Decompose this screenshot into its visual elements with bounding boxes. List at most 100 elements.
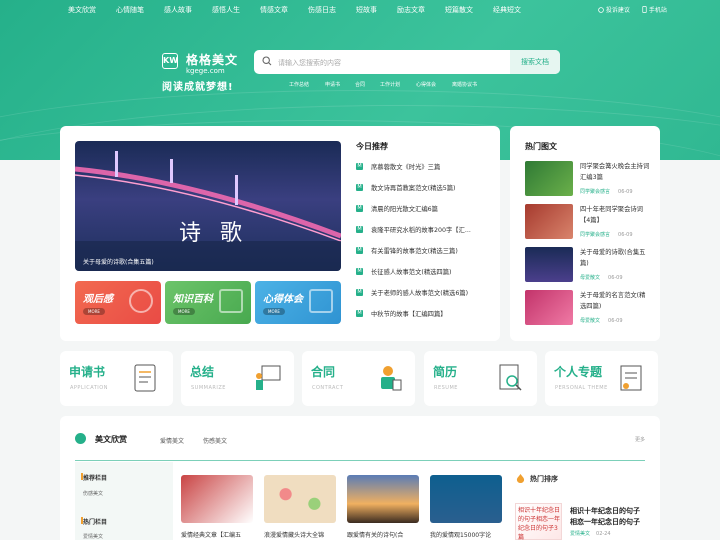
today-title: 今日推荐 (356, 142, 388, 151)
tile-label: 知识百科 (173, 294, 213, 305)
doc-icon: M (356, 184, 363, 191)
tab-love-essays[interactable]: 爱情美文 (160, 436, 184, 445)
article-title[interactable]: 爱情经典文章【汇编五 (181, 530, 255, 539)
nav-item[interactable]: 经典短文 (493, 5, 521, 15)
category-summary[interactable]: 总结 SUMMARIZE (181, 351, 294, 406)
nav-item[interactable]: 励志文章 (397, 5, 425, 15)
list-item[interactable]: M 袁隆平研究水稻的故事200字【汇... (356, 225, 486, 235)
category-application[interactable]: 申请书 APPLICATION (60, 351, 173, 406)
side-link[interactable]: 爱情美文 (83, 533, 103, 540)
article-thumbnail[interactable] (430, 475, 502, 523)
phone-icon (642, 6, 647, 13)
nav-item[interactable]: 伤感日志 (308, 5, 336, 15)
thumbnail-image (525, 204, 573, 239)
nav-item[interactable]: 情感文章 (260, 5, 288, 15)
tile-label: 心得体会 (263, 294, 303, 305)
film-reel-icon (129, 289, 153, 313)
rank-item-title[interactable]: 相识十年纪念日的句子 相恋一年纪念日的句子 (570, 506, 648, 528)
tab-sad-essays[interactable]: 伤感美文 (203, 436, 227, 445)
report-link[interactable]: 投诉建议 (598, 5, 630, 14)
tile-reviews[interactable]: 观后感 MORE (75, 281, 161, 324)
list-item[interactable]: M 散文诗再首教案范文(精选5篇) (356, 183, 486, 193)
category-contract[interactable]: 合同 CONTRACT (302, 351, 415, 406)
mobile-link[interactable]: 手机站 (642, 5, 667, 14)
hot-title: 热门图文 (525, 142, 557, 151)
report-label: 投诉建议 (605, 7, 630, 14)
section-title: 美文欣赏 (95, 435, 127, 444)
side-heading: 热门栏目 (83, 519, 108, 526)
document-icon (309, 289, 333, 313)
category-resume[interactable]: 简历 RESUME (424, 351, 537, 406)
search-input[interactable]: 请输入您搜索的内容 (278, 58, 341, 68)
logo-icon[interactable]: KW (162, 53, 178, 69)
logo-slogan: 阅读成就梦想! (162, 82, 234, 93)
tile-encyclopedia[interactable]: 知识百科 MORE (165, 281, 251, 324)
hot-item[interactable]: 同学聚会篝火晚会主持词汇编3篇 同学聚会感言 06-09 (525, 161, 650, 199)
thumbnail-image (525, 161, 573, 196)
article-thumbnail[interactable] (181, 475, 253, 523)
carousel-dots[interactable] (317, 260, 335, 271)
search-button[interactable]: 搜索文档 (510, 50, 560, 74)
logo-name[interactable]: 格格美文 (186, 51, 238, 68)
thumbnail-image (525, 290, 573, 325)
rank-title: 热门排序 (530, 475, 558, 483)
banner-title: 诗 歌 (179, 221, 248, 246)
list-item[interactable]: M 席慕蓉散文《时光》三篇 (356, 162, 486, 172)
doc-icon: M (356, 268, 363, 275)
article-title[interactable]: 我的爱情观15000字论 (430, 530, 504, 539)
hot-tag[interactable]: 申请书 (325, 81, 340, 88)
thumbnail-image (525, 247, 573, 282)
doc-icon: M (356, 289, 363, 296)
tile-label: 观后感 (83, 294, 113, 305)
presentation-icon (256, 365, 281, 390)
doc-icon: M (356, 310, 363, 317)
handshake-icon (381, 366, 402, 391)
books-icon (219, 289, 243, 313)
tile-more: MORE (263, 308, 285, 315)
search-icon (262, 56, 272, 66)
doc-icon: M (356, 247, 363, 254)
article-title[interactable]: 浪漫爱情藏头诗大全锦 (264, 530, 338, 539)
list-item[interactable]: M 长征感人故事范文(精选四篇) (356, 267, 486, 277)
category-personal-theme[interactable]: 个人专题 PERSONAL THEME (545, 351, 658, 406)
resume-search-icon (499, 364, 522, 391)
hot-tag[interactable]: 心得体会 (416, 81, 436, 88)
application-form-icon (134, 364, 156, 392)
carousel-banner[interactable]: 诗 歌 关于母爱的诗歌(合集五篇) (75, 141, 341, 271)
hot-item[interactable]: 关于母爱的诗歌(合集五篇) 母爱散文 06-09 (525, 247, 650, 285)
nav-item[interactable]: 短故事 (356, 5, 377, 15)
rank-thumbnail[interactable]: 相识十年纪念日的句子相恋一年纪念日的句子3篇 (515, 503, 562, 540)
article-thumbnail[interactable] (347, 475, 419, 523)
hot-tag[interactable]: 合同 (355, 81, 365, 88)
nav-item[interactable]: 感人故事 (164, 5, 192, 15)
hot-item[interactable]: 关于母爱的名言范文(精选四篇) 母爱散文 06-09 (525, 290, 650, 328)
mobile-label: 手机站 (648, 7, 667, 14)
nav-item[interactable]: 美文欣赏 (68, 5, 96, 15)
graduation-cap-icon (75, 433, 86, 444)
side-column: 推荐栏目 伤感美文 热门栏目 爱情美文 (75, 462, 173, 540)
search-bar: 请输入您搜索的内容 搜索文档 (254, 50, 560, 74)
banner-caption: 关于母爱的诗歌(合集五篇) (83, 259, 154, 266)
list-item[interactable]: M 中秋节的故事【汇编四篇】 (356, 309, 486, 319)
logo-domain: kgege.com (186, 67, 225, 75)
side-heading: 推荐栏目 (83, 475, 108, 482)
hot-tag[interactable]: 工作计划 (380, 81, 400, 88)
tile-more: MORE (173, 308, 195, 315)
nav-item[interactable]: 短篇散文 (445, 5, 473, 15)
list-item[interactable]: M 有关雷锋的故事范文(精选三篇) (356, 246, 486, 256)
nav-item[interactable]: 感悟人生 (212, 5, 240, 15)
list-item[interactable]: M 清晨的阳光散文汇编6篇 (356, 204, 486, 214)
hot-tag[interactable]: 离婚协议书 (452, 81, 477, 88)
article-title[interactable]: 跟爱情有关的诗句(合 (347, 530, 421, 539)
article-thumbnail[interactable] (264, 475, 336, 523)
doc-icon: M (356, 205, 363, 212)
divider (75, 460, 645, 461)
tile-reflections[interactable]: 心得体会 MORE (255, 281, 341, 324)
list-item[interactable]: M 关于老师的感人故事范文(精选6篇) (356, 288, 486, 298)
tile-more: MORE (83, 308, 105, 315)
hot-item[interactable]: 四十年老同学聚会诗词【4篇】 同学聚会感言 06-09 (525, 204, 650, 242)
hot-tag[interactable]: 工作总结 (289, 81, 309, 88)
side-link[interactable]: 伤感美文 (83, 490, 103, 497)
nav-item[interactable]: 心情随笔 (116, 5, 144, 15)
more-link[interactable]: 更多 (635, 436, 645, 443)
